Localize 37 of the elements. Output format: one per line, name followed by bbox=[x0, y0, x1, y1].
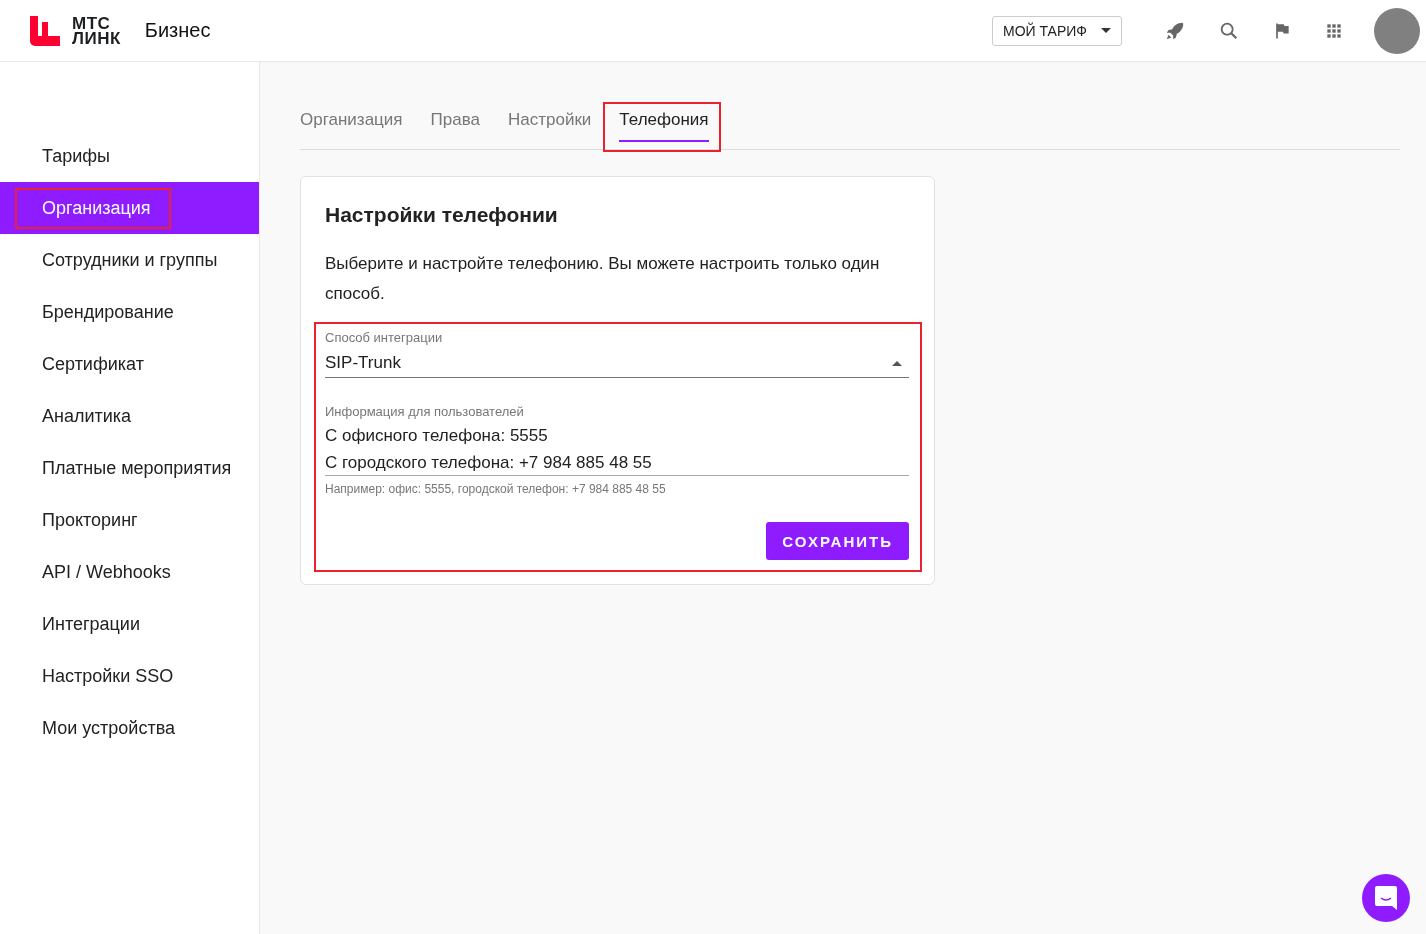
chat-button[interactable] bbox=[1362, 874, 1410, 922]
save-button[interactable]: СОХРАНИТЬ bbox=[766, 522, 909, 560]
sidebar-item[interactable]: Настройки SSO bbox=[0, 650, 259, 702]
sidebar-item[interactable]: Сертификат bbox=[0, 338, 259, 390]
sidebar-item[interactable]: Тарифы bbox=[0, 130, 259, 182]
tab[interactable]: Телефония bbox=[619, 108, 709, 142]
text-line: С офисного телефона: 5555 bbox=[325, 426, 549, 446]
sidebar-item[interactable]: Платные мероприятия bbox=[0, 442, 259, 494]
logo-icon bbox=[30, 15, 60, 46]
sidebar-item[interactable]: Прокторинг bbox=[0, 494, 259, 546]
logo-text: МТС bbox=[72, 15, 111, 31]
sidebar-item[interactable]: Аналитика bbox=[0, 390, 259, 442]
logo-text: ЛИНК bbox=[72, 30, 121, 46]
sidebar-item[interactable]: Сотрудники и группы bbox=[0, 234, 259, 286]
select-value: SIP-Trunk bbox=[325, 353, 401, 373]
field-label: Способ интеграции bbox=[325, 330, 444, 345]
card-title: Настройки телефонии bbox=[325, 203, 559, 227]
sidebar-item[interactable]: Брендирование bbox=[0, 286, 259, 338]
highlight-frame: Организация bbox=[15, 187, 171, 229]
sidebar-item[interactable]: Мои устройства bbox=[0, 702, 259, 754]
tab[interactable]: Настройки bbox=[507, 108, 592, 140]
text-line: С городского телефона: +7 984 885 48 55 bbox=[325, 453, 653, 473]
card-description: Выберите и настройте телефонию. Вы можете настроить только один способ. bbox=[325, 253, 881, 305]
chat-icon bbox=[1374, 885, 1398, 911]
caret-icon bbox=[1101, 28, 1111, 33]
select-field[interactable]: Способ интеграции SIP-Trunk bbox=[325, 330, 909, 378]
field-label: Информация для пользователей bbox=[325, 404, 525, 419]
sidebar-item[interactable]: API / Webhooks bbox=[0, 546, 259, 598]
helper-text: Например: офис: 5555, городской телефон: +7 984 885 48 55 bbox=[325, 482, 667, 496]
text-area[interactable]: Информация для пользователей С офисного телефона: 5555 С городского телефона: +7 984 885 48 55 bbox=[325, 404, 909, 476]
product-name: Бизнес bbox=[144, 19, 211, 42]
sidebar-item[interactable]: Организация bbox=[0, 182, 259, 234]
tab[interactable]: Права bbox=[430, 108, 480, 140]
plan-dropdown[interactable]: МОЙ ТАРИФ bbox=[992, 15, 1122, 46]
tab[interactable]: Организация bbox=[300, 108, 403, 140]
sidebar-item[interactable]: Интеграции bbox=[0, 598, 259, 650]
avatar[interactable] bbox=[1374, 7, 1420, 54]
